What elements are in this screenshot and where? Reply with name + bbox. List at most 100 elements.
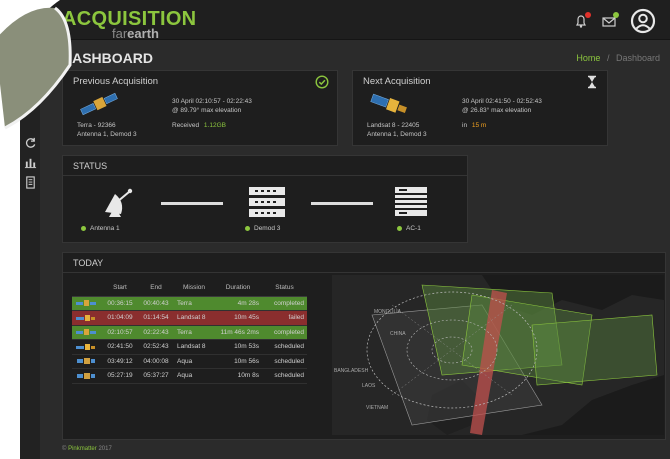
col-header-end: End: [138, 280, 174, 297]
next-antenna-demod: Antenna 1, Demod 3: [367, 131, 427, 138]
today-title: TODAY: [73, 258, 104, 268]
antenna-label-text: Antenna 1: [90, 225, 120, 232]
row-status: completed: [262, 325, 307, 340]
notifications-badge: [585, 12, 591, 18]
row-start: 03:49:12: [102, 354, 138, 369]
server-rack-icon: [395, 187, 427, 216]
server-icon: [249, 187, 285, 217]
breadcrumb-separator: /: [606, 53, 610, 63]
footer: © Pinkmatter 2017: [62, 446, 112, 452]
footer-brand-link[interactable]: Pinkmatter: [68, 446, 97, 452]
row-duration: 10m 45s: [214, 310, 262, 326]
row-mission: Landsat 8: [174, 310, 214, 326]
previous-max-elevation: @ 89.79° max elevation: [172, 107, 242, 114]
status-node-ac[interactable]: [393, 186, 429, 218]
row-status: scheduled: [262, 368, 307, 384]
row-mission: Aqua: [174, 368, 214, 384]
logo-subtitle-bold: earth: [127, 26, 159, 41]
col-header-duration: Duration: [214, 280, 262, 297]
row-status: failed: [262, 310, 307, 326]
map-label-laos: LAOS: [362, 383, 376, 389]
ac-status-dot: [397, 225, 402, 231]
footer-copyright-symbol: ©: [62, 446, 67, 452]
breadcrumb-home-link[interactable]: Home: [576, 53, 600, 63]
breadcrumb: Home / Dashboard: [576, 53, 660, 63]
satellite-dish-icon: [105, 188, 133, 217]
breadcrumb-current: Dashboard: [615, 53, 660, 63]
messages-envelope-icon[interactable]: [598, 10, 620, 32]
connector-demod-ac: [311, 202, 373, 205]
row-satellite-icon: [72, 310, 102, 326]
logo-subtitle-prefix: far: [112, 26, 128, 41]
previous-received: Received 1.12GB: [172, 121, 226, 130]
map-label-vietnam: VIETNAM: [366, 405, 388, 411]
col-header-start: Start: [102, 280, 138, 297]
next-satellite-name: Landsat 8 - 22405: [367, 122, 420, 129]
next-countdown-label: in: [462, 122, 468, 129]
table-row[interactable]: 00:36:15 00:40:43 Terra 4m 28s completed: [72, 296, 307, 311]
row-start: 02:41:50: [102, 339, 138, 355]
row-mission: Aqua: [174, 354, 214, 369]
status-node-demod-label: Demod 3: [245, 225, 280, 232]
map-label-bangladesh: BANGLADESH: [334, 368, 369, 374]
demod-label-text: Demod 3: [254, 225, 281, 232]
table-header-row: Start End Mission Duration Status: [72, 280, 307, 297]
table-row[interactable]: 02:41:50 02:52:43 Landsat 8 10m 53s sche…: [72, 339, 307, 355]
row-end: 01:14:54: [138, 310, 174, 326]
row-satellite-icon: [72, 339, 102, 355]
row-satellite-icon: [72, 296, 102, 311]
ac-label-text: AC-1: [406, 225, 421, 232]
today-schedule-table: Start End Mission Duration Status 00:36:…: [72, 280, 307, 384]
row-mission: Terra: [174, 325, 214, 340]
next-countdown-value: 15 m: [471, 122, 487, 129]
status-node-demod[interactable]: [247, 186, 287, 218]
row-duration: 10m 53s: [214, 339, 262, 355]
footer-year: 2017: [98, 446, 112, 452]
notifications-bell-icon[interactable]: [570, 10, 592, 32]
table-row[interactable]: 02:10:57 02:22:43 Terra 11m 46s 2ms comp…: [72, 325, 307, 340]
row-end: 02:22:43: [138, 325, 174, 340]
col-header-status: Status: [262, 280, 307, 297]
decorative-logo-overlay: [0, 0, 110, 140]
row-end: 02:52:43: [138, 339, 174, 355]
previous-received-value: 1.12GB: [203, 122, 226, 129]
table-row[interactable]: 01:04:09 01:14:54 Landsat 8 10m 45s fail…: [72, 310, 307, 326]
next-acquisition-title: Next Acquisition: [363, 76, 431, 87]
table-row[interactable]: 03:49:12 04:00:08 Aqua 10m 56s scheduled: [72, 354, 307, 369]
next-max-elevation: @ 26.83° max elevation: [462, 107, 532, 114]
check-circle-icon: [315, 75, 329, 89]
row-satellite-icon: [72, 354, 102, 369]
acquisition-map[interactable]: MONGOLIA CHINA LAOS VIETNAM BANGLADESH: [332, 275, 664, 435]
map-label-china: CHINA: [390, 331, 406, 337]
next-acquisition-card: Next Acquisition Landsat 8 - 22405 Anten…: [352, 70, 608, 146]
map-label-mongolia: MONGOLIA: [374, 309, 402, 315]
hourglass-icon: [585, 75, 599, 89]
connector-antenna-demod: [161, 202, 223, 205]
col-header-icon: [72, 280, 102, 297]
user-avatar-icon[interactable]: [630, 8, 656, 34]
status-node-antenna-label: Antenna 1: [81, 225, 120, 232]
demod-status-dot: [245, 225, 250, 231]
sidebar-document-icon[interactable]: [24, 176, 37, 189]
row-end: 04:00:08: [138, 354, 174, 369]
sidebar-bar-chart-icon[interactable]: [24, 156, 37, 169]
status-card: STATUS Antenna 1 Demod 3 AC-1: [62, 155, 468, 243]
row-end: 05:37:27: [138, 368, 174, 384]
row-mission: Terra: [174, 296, 214, 311]
status-header: STATUS: [63, 156, 467, 176]
row-start: 01:04:09: [102, 310, 138, 326]
previous-time-window: 30 April 02:10:57 - 02:22:43: [172, 98, 252, 105]
row-mission: Landsat 8: [174, 339, 214, 355]
status-node-ac-label: AC-1: [397, 225, 421, 232]
status-node-antenna[interactable]: [99, 186, 139, 218]
row-end: 00:40:43: [138, 296, 174, 311]
row-satellite-icon: [72, 368, 102, 384]
row-start: 05:27:19: [102, 368, 138, 384]
row-status: scheduled: [262, 339, 307, 355]
row-status: completed: [262, 296, 307, 311]
table-row[interactable]: 05:27:19 05:37:27 Aqua 10m 8s scheduled: [72, 368, 307, 384]
today-header: TODAY: [63, 253, 665, 273]
app-window: ACQUISITION farearth DASHBOARD Home / Da…: [20, 0, 670, 459]
logo-subtitle: farearth: [112, 27, 159, 40]
row-duration: 11m 46s 2ms: [214, 325, 262, 340]
